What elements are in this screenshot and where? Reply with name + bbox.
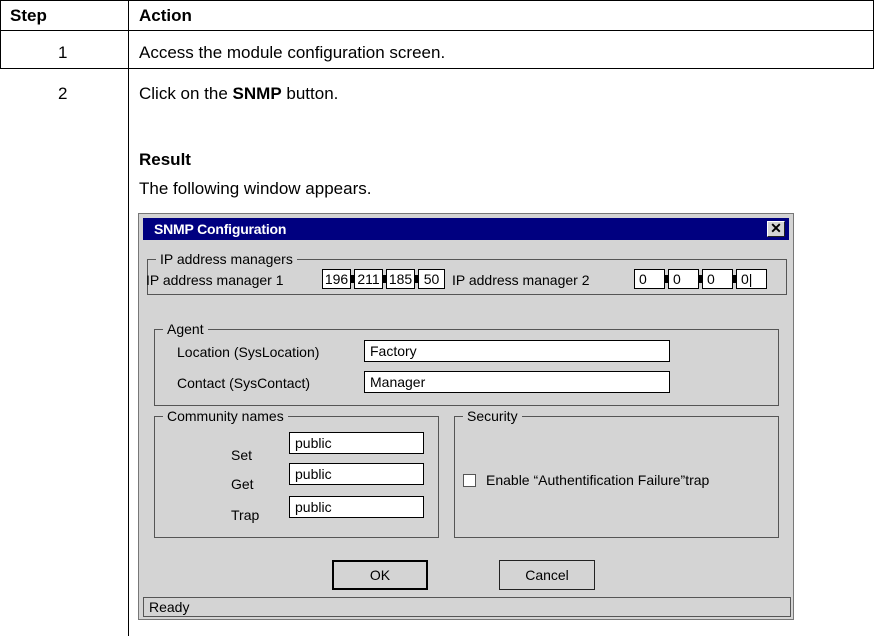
table-left-border bbox=[0, 0, 1, 69]
ip-manager1-octet2[interactable]: 211 bbox=[354, 269, 383, 289]
ip-manager1-octet3[interactable]: 185 bbox=[386, 269, 415, 289]
action-text-bold: SNMP bbox=[232, 84, 282, 103]
result-text: The following window appears. bbox=[139, 179, 372, 198]
table-row1-action: Access the module configuration screen. bbox=[139, 43, 446, 62]
action-text-post: button. bbox=[281, 84, 339, 103]
table-header-action: Action bbox=[139, 6, 192, 25]
ip-group-label: IP address managers bbox=[156, 250, 297, 268]
security-group-label: Security bbox=[463, 407, 522, 425]
table-header-border bbox=[0, 30, 874, 31]
window-titlebar[interactable]: SNMP Configuration ✕ bbox=[143, 218, 789, 240]
ip-manager2-octet2[interactable]: 0 bbox=[668, 269, 699, 289]
status-bar: Ready bbox=[143, 597, 791, 617]
result-heading: Result bbox=[139, 150, 191, 169]
table-top-border bbox=[0, 0, 874, 1]
location-label: Location (SysLocation) bbox=[177, 344, 320, 360]
location-input[interactable]: Factory bbox=[364, 340, 670, 362]
get-input[interactable]: public bbox=[289, 463, 424, 485]
get-label: Get bbox=[231, 476, 254, 492]
table-row1-border bbox=[0, 68, 874, 69]
ip-manager1-octet4[interactable]: 50 bbox=[418, 269, 445, 289]
auth-failure-trap-label[interactable]: Enable “Authentification Failure”trap bbox=[486, 471, 709, 489]
close-icon[interactable]: ✕ bbox=[767, 221, 785, 237]
table-col-divider bbox=[128, 0, 129, 636]
agent-group-label: Agent bbox=[163, 320, 208, 338]
snmp-configuration-window: SNMP Configuration ✕ IP address managers… bbox=[138, 213, 794, 620]
ip-manager1-octet1[interactable]: 196 bbox=[322, 269, 351, 289]
ip-manager2-octet3[interactable]: 0 bbox=[702, 269, 733, 289]
set-input[interactable]: public bbox=[289, 432, 424, 454]
table-row2-action: Click on the SNMP button. bbox=[139, 84, 338, 104]
contact-input[interactable]: Manager bbox=[364, 371, 670, 393]
action-text-pre: Click on the bbox=[139, 84, 233, 103]
ip-manager1-label: IP address manager 1 bbox=[146, 272, 284, 288]
contact-label: Contact (SysContact) bbox=[177, 375, 311, 391]
table-row1-step: 1 bbox=[58, 43, 68, 62]
table-row2-step: 2 bbox=[58, 84, 68, 103]
set-label: Set bbox=[231, 447, 253, 463]
table-header-step: Step bbox=[10, 6, 47, 25]
window-title: SNMP Configuration bbox=[154, 221, 287, 237]
cancel-button[interactable]: Cancel bbox=[499, 560, 595, 590]
trap-input[interactable]: public bbox=[289, 496, 424, 518]
trap-label: Trap bbox=[231, 507, 260, 523]
ip-manager2-label: IP address manager 2 bbox=[452, 272, 590, 288]
community-group-label: Community names bbox=[163, 407, 288, 425]
ok-button[interactable]: OK bbox=[332, 560, 428, 590]
ip-manager2-octet4[interactable]: 0| bbox=[736, 269, 767, 289]
ip-manager2-octet1[interactable]: 0 bbox=[634, 269, 665, 289]
auth-failure-trap-checkbox[interactable] bbox=[463, 474, 476, 487]
